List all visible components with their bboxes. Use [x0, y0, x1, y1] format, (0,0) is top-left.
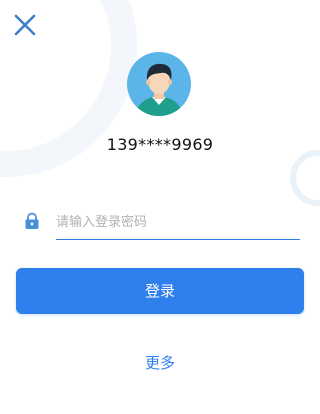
- login-button[interactable]: 登录: [16, 268, 304, 314]
- account-phone: 139****9969: [106, 135, 214, 154]
- avatar: [127, 52, 191, 116]
- close-button[interactable]: [12, 12, 38, 38]
- lock-icon: [24, 212, 40, 230]
- more-link[interactable]: 更多: [0, 352, 320, 373]
- password-input[interactable]: [56, 206, 300, 240]
- close-icon: [14, 14, 36, 36]
- login-screen: 139****9969 登录 更多: [0, 0, 320, 414]
- background-decoration-ring: [290, 150, 320, 206]
- user-avatar-icon: [127, 52, 191, 116]
